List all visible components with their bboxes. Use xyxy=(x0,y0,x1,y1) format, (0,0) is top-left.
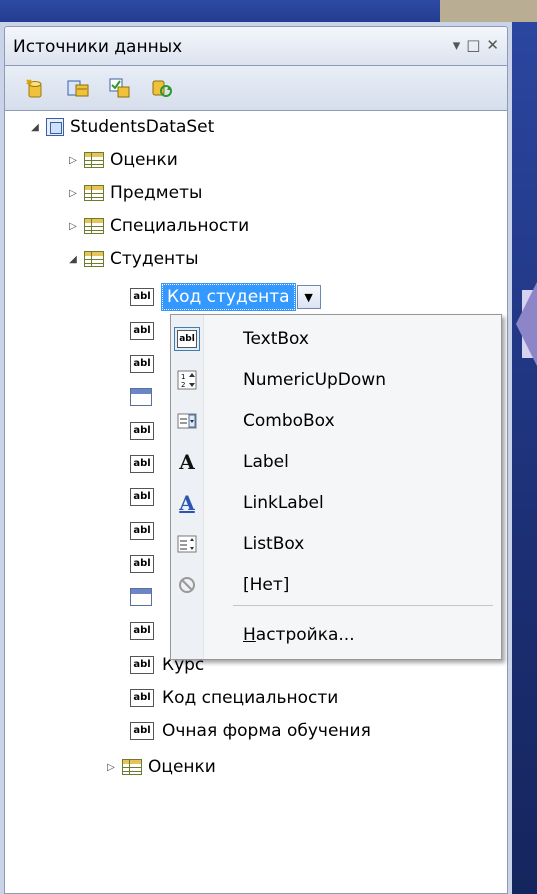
selected-field-label[interactable]: Код студента xyxy=(161,283,296,311)
collapsed-arrow-icon[interactable]: ▷ xyxy=(66,221,80,232)
tree-node-table[interactable]: ▷ Предметы xyxy=(66,178,202,208)
tree-node-field[interactable]: abl Код специальности xyxy=(130,683,338,713)
add-datasource-icon[interactable] xyxy=(25,78,47,98)
tree-node-field[interactable]: abl Очная форма обучения xyxy=(130,716,371,746)
maximize-icon[interactable]: □ xyxy=(466,35,480,55)
menu-item-linklabel[interactable]: A LinkLabel xyxy=(171,483,501,523)
linklabel-icon: A xyxy=(179,491,195,515)
table-icon xyxy=(122,759,142,775)
refresh-icon[interactable] xyxy=(151,78,173,98)
field-control-dropdown-button[interactable]: ▼ xyxy=(296,285,321,309)
textbox-field-icon: abl xyxy=(130,422,154,440)
tree-node-field-selected[interactable]: abl Код студента ▼ xyxy=(130,282,321,312)
textbox-field-icon: abl xyxy=(130,322,154,340)
menu-item-customize[interactable]: Настройка... xyxy=(171,615,501,655)
panel-toolbar xyxy=(4,66,508,110)
textbox-field-icon: abl xyxy=(130,689,154,707)
listbox-icon xyxy=(177,535,197,553)
svg-text:2: 2 xyxy=(181,381,185,389)
menu-item-combobox[interactable]: ComboBox xyxy=(171,401,501,441)
field-label: Очная форма обучения xyxy=(162,721,371,741)
textbox-field-icon: abl xyxy=(130,355,154,373)
menu-item-textbox[interactable]: abl TextBox xyxy=(171,319,501,359)
configure-icon[interactable] xyxy=(109,78,131,98)
dataset-icon xyxy=(46,118,64,136)
tree-node-field[interactable]: abl xyxy=(130,349,162,379)
table-icon xyxy=(84,152,104,168)
tree-node-table[interactable]: ▷ Специальности xyxy=(66,211,249,241)
tree-node-field[interactable]: abl xyxy=(130,416,162,446)
label-icon: A xyxy=(179,450,195,474)
menu-item-none[interactable]: [Нет] xyxy=(171,565,501,605)
textbox-field-icon: abl xyxy=(130,522,154,540)
tree-node-field[interactable]: abl xyxy=(130,616,162,646)
expand-arrow-icon[interactable]: ◢ xyxy=(66,254,80,265)
textbox-field-icon: abl xyxy=(130,288,154,306)
dataset-label: StudentsDataSet xyxy=(70,117,215,137)
expand-arrow-icon[interactable]: ◢ xyxy=(28,122,42,133)
tree-node-field[interactable] xyxy=(130,582,160,612)
background-right xyxy=(512,22,537,894)
table-label: Предметы xyxy=(110,183,203,203)
callout-arrow xyxy=(516,280,537,368)
table-icon xyxy=(84,251,104,267)
tree-node-field[interactable]: abl xyxy=(130,449,162,479)
combobox-icon xyxy=(177,413,197,429)
tree-node-table[interactable]: ▷ Оценки xyxy=(104,752,216,782)
tree-node-field[interactable] xyxy=(130,382,160,412)
background-top xyxy=(0,0,537,22)
close-icon[interactable]: ✕ xyxy=(486,35,499,55)
textbox-field-icon: abl xyxy=(130,488,154,506)
tree-node-table[interactable]: ◢ Студенты xyxy=(66,244,199,274)
field-label: Код специальности xyxy=(162,688,339,708)
tree-node-field[interactable]: abl xyxy=(130,549,162,579)
textbox-field-icon: abl xyxy=(130,555,154,573)
table-label: Оценки xyxy=(148,757,216,777)
collapsed-arrow-icon[interactable]: ▷ xyxy=(104,762,118,773)
textbox-field-icon: abl xyxy=(130,455,154,473)
edit-dataset-icon[interactable] xyxy=(67,78,89,98)
datetime-field-icon xyxy=(130,388,152,406)
tree-node-dataset[interactable]: ◢ StudentsDataSet xyxy=(28,112,214,142)
textbox-field-icon: abl xyxy=(130,656,154,674)
collapsed-arrow-icon[interactable]: ▷ xyxy=(66,188,80,199)
datetime-field-icon xyxy=(130,588,152,606)
table-label: Оценки xyxy=(110,150,178,170)
menu-separator xyxy=(233,605,493,606)
menu-item-listbox[interactable]: ListBox xyxy=(171,524,501,564)
numericupdown-icon: 12 xyxy=(177,370,197,390)
table-icon xyxy=(84,218,104,234)
textbox-field-icon: abl xyxy=(130,722,154,740)
dropdown-icon[interactable]: ▾ xyxy=(453,35,461,55)
tree-node-table[interactable]: ▷ Оценки xyxy=(66,145,178,175)
menu-item-label[interactable]: A Label xyxy=(171,442,501,482)
table-label: Специальности xyxy=(110,216,250,236)
collapsed-arrow-icon[interactable]: ▷ xyxy=(66,155,80,166)
none-icon xyxy=(179,577,195,593)
tree-node-field[interactable]: abl xyxy=(130,482,162,512)
textbox-field-icon: abl xyxy=(130,622,154,640)
textbox-icon: abl xyxy=(177,330,197,348)
panel-title: Источники данных xyxy=(13,37,183,57)
svg-text:1: 1 xyxy=(181,373,185,381)
panel-titlebar: Источники данных ▾ □ ✕ xyxy=(4,26,508,66)
tree-node-field[interactable]: abl xyxy=(130,516,162,546)
tree-node-field[interactable]: abl xyxy=(130,316,162,346)
table-label: Студенты xyxy=(110,249,199,269)
table-icon xyxy=(84,185,104,201)
control-type-menu: abl TextBox 12 NumericUpDown ComboBox A … xyxy=(170,314,502,660)
menu-item-numericupdown[interactable]: 12 NumericUpDown xyxy=(171,360,501,400)
